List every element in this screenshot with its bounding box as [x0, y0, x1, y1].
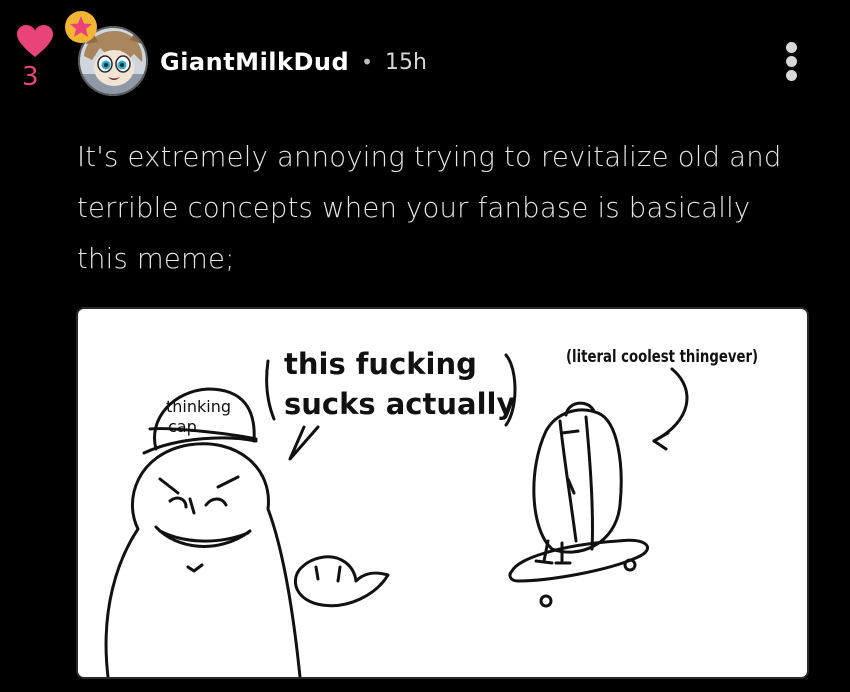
like-count: 3	[22, 62, 39, 92]
more-options-button[interactable]	[778, 40, 806, 84]
speech-bubble-line-2: sucks actually	[284, 387, 516, 421]
post-body-line: It's extremely annoying trying to revita…	[77, 141, 782, 173]
post-body: It's extremely annoying trying to revita…	[77, 132, 817, 285]
author-avatar-container[interactable]	[65, 11, 148, 96]
post-timestamp: 15h	[384, 49, 427, 75]
author-username[interactable]: GiantMilkDud	[160, 48, 349, 76]
post-image[interactable]: this fucking sucks actually thinking cap…	[76, 307, 809, 679]
speech-bubble-line-1: this fucking	[284, 347, 477, 381]
post-header: GiantMilkDud • 15h	[160, 46, 427, 78]
post-body-line: this meme;	[77, 243, 235, 275]
separator-dot: •	[361, 50, 373, 74]
cap-label-line-2: cap	[168, 417, 197, 436]
like-button[interactable]	[16, 24, 54, 58]
post-body-line: terrible concepts when your fanbase is b…	[77, 192, 751, 224]
star-badge-icon	[65, 11, 97, 43]
heart-icon	[17, 25, 53, 57]
cap-label-line-1: thinking	[166, 397, 232, 416]
hotdog-caption: (literal coolest thingever)	[566, 347, 759, 367]
